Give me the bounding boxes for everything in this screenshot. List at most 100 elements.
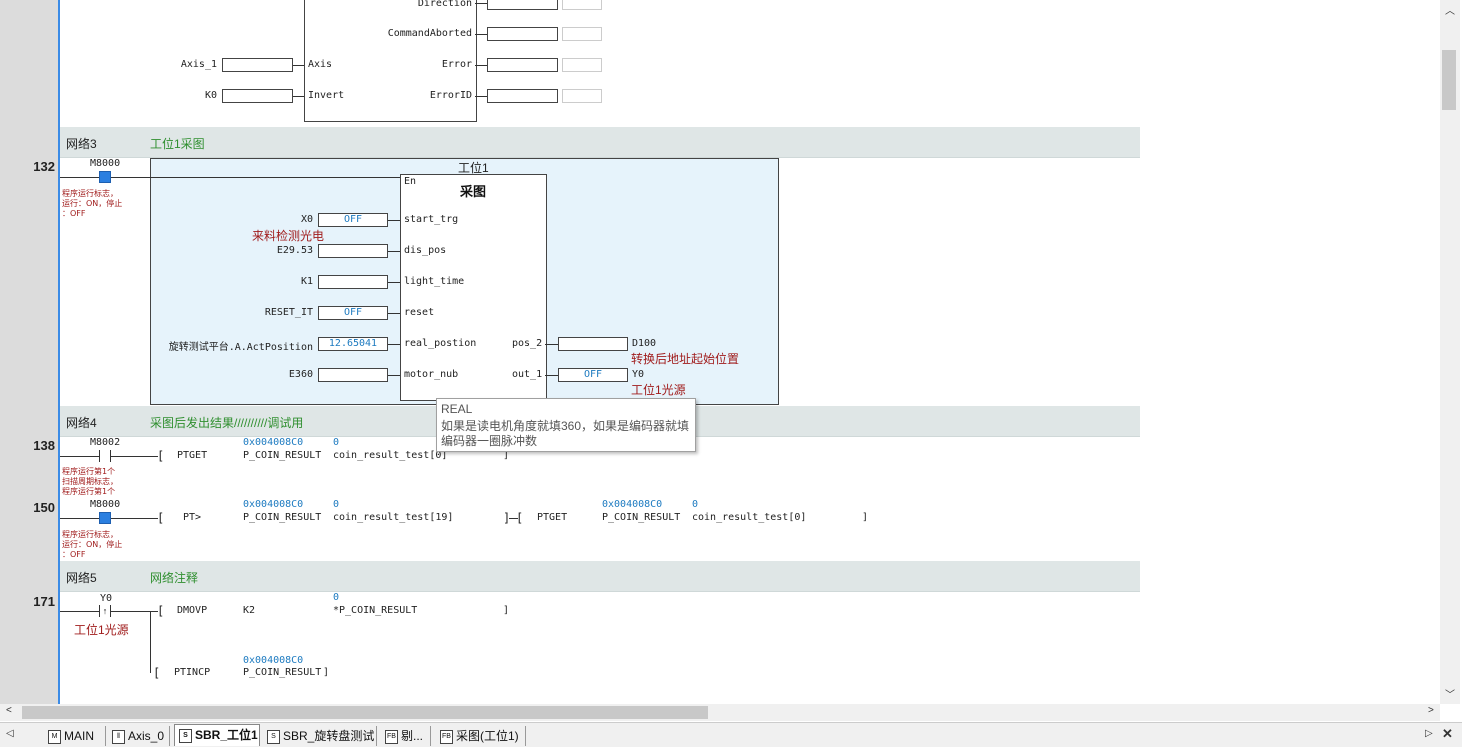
top-fb-pin-direction: Direction bbox=[417, 0, 472, 9]
tab-sbr-rotary-label: SBR_旋转盘测试 bbox=[283, 729, 375, 743]
top-fb-value-error bbox=[562, 58, 602, 72]
top-fb-output-error[interactable] bbox=[487, 58, 558, 72]
tab-bar: ◁ M MAIN ⫴ Axis_0 S SBR_工位1 S SBR_旋转盘测试 … bbox=[0, 722, 1462, 747]
contact-m8002-comment-1: 程序运行第1个 bbox=[62, 467, 116, 476]
fb-caitu[interactable] bbox=[400, 174, 547, 401]
network-5-comment: 网络注释 bbox=[150, 571, 199, 585]
instr-dmovp[interactable]: DMOVP bbox=[177, 605, 207, 616]
scroll-down-icon[interactable]: ﹀ bbox=[1445, 686, 1455, 701]
tab-caitu-label: 采图(工位1) bbox=[456, 729, 519, 743]
tab-reject-icon: FB bbox=[385, 730, 398, 744]
op2-171: P_COIN_RESULT bbox=[243, 667, 322, 678]
top-fb-input-invert[interactable] bbox=[222, 89, 293, 103]
op2b-150: coin_result_test[0] bbox=[692, 512, 807, 523]
tab-scroll-right-icon[interactable]: ▷ bbox=[1425, 728, 1433, 739]
top-fb-output-direction[interactable] bbox=[487, 0, 558, 10]
bracket-close-150: ] bbox=[862, 512, 869, 523]
input-value-actposition[interactable]: 12.65041 bbox=[318, 337, 388, 351]
network-3-comment: 工位1采图 bbox=[150, 137, 205, 151]
top-fb-pin-errorid: ErrorID bbox=[429, 90, 472, 101]
vertical-scrollbar[interactable]: ︿ ﹀ bbox=[1440, 0, 1460, 704]
tab-axis-icon: ⫴ bbox=[112, 730, 125, 744]
tab-caitu-station1[interactable]: FB 采图(工位1) bbox=[436, 726, 526, 746]
contact-m8002-comment-2: 扫描周期标志， bbox=[62, 477, 118, 486]
contact-m8000-comment-3: ：OFF bbox=[62, 209, 86, 218]
contact-y0-comment: 工位1光源 bbox=[74, 623, 129, 637]
output-comment-y0: 工位1光源 bbox=[631, 383, 686, 397]
close-tab-icon[interactable]: ✕ bbox=[1442, 726, 1453, 742]
contact-m8000-label: M8000 bbox=[90, 158, 121, 169]
pin-reset: reset bbox=[404, 307, 435, 318]
scroll-right-icon[interactable]: > bbox=[1428, 705, 1434, 716]
tab-axis-0[interactable]: ⫴ Axis_0 bbox=[108, 726, 170, 746]
tab-sbr-rotary-test[interactable]: S SBR_旋转盘测试 bbox=[263, 726, 377, 746]
input-value-e2953[interactable] bbox=[318, 244, 388, 258]
vertical-scroll-thumb[interactable] bbox=[1442, 50, 1456, 110]
top-fb-pin-invert: Invert bbox=[308, 90, 345, 101]
tooltip: REAL 如果是读电机角度就填360，如果是编码器就填 编码器一圈脉冲数 bbox=[436, 398, 696, 452]
pin-out-1: out_1 bbox=[512, 369, 543, 380]
row-number-132: 132 bbox=[33, 159, 55, 174]
tab-main[interactable]: M MAIN bbox=[44, 726, 106, 746]
tab-sbr-station1-icon: S bbox=[179, 729, 192, 743]
network-4-name: 网络4 bbox=[66, 416, 97, 430]
op1-171: K2 bbox=[243, 605, 256, 616]
contact-m8002-comment-3: 程序运行第1个 bbox=[62, 487, 116, 496]
row-number-171: 171 bbox=[33, 594, 55, 609]
top-fb-value-commandaborted bbox=[562, 27, 602, 41]
scroll-left-icon[interactable]: < bbox=[6, 705, 12, 716]
instr-ptget-138[interactable]: PTGET bbox=[177, 450, 207, 461]
contact-m8000b[interactable] bbox=[99, 512, 111, 524]
top-fb-pin-commandaborted: CommandAborted bbox=[387, 28, 472, 39]
top-fb-output-commandaborted[interactable] bbox=[487, 27, 558, 41]
instr-ptget-150[interactable]: PTGET bbox=[537, 512, 567, 523]
contact-m8000[interactable] bbox=[99, 171, 111, 183]
input-value-e360[interactable] bbox=[318, 368, 388, 382]
input-var-reset-it: RESET_IT bbox=[264, 307, 313, 318]
addr1-150: 0x004008C0 bbox=[243, 499, 304, 510]
tab-sbr-station1[interactable]: S SBR_工位1 bbox=[174, 724, 260, 746]
bracket-open-171: [ bbox=[157, 604, 165, 618]
output-value-d100[interactable] bbox=[558, 337, 628, 351]
horizontal-scrollbar[interactable]: < > bbox=[0, 704, 1440, 721]
pin-real-postion: real_postion bbox=[404, 338, 477, 349]
input-value-k1[interactable] bbox=[318, 275, 388, 289]
bracket-open-171b: [ bbox=[153, 666, 161, 680]
fb-title: 采图 bbox=[460, 184, 487, 199]
input-value-reset-it[interactable]: OFF bbox=[318, 306, 388, 320]
contact-m8000-comment-2: 运行：ON，停止 bbox=[62, 199, 123, 208]
tooltip-type: REAL bbox=[441, 402, 473, 416]
val-138: 0 bbox=[333, 437, 340, 448]
instr-ptincp[interactable]: PTINCP bbox=[174, 667, 210, 678]
op1b-171: *P_COIN_RESULT bbox=[333, 605, 418, 616]
contact-m8002[interactable] bbox=[99, 450, 111, 462]
tab-main-label: MAIN bbox=[64, 729, 94, 743]
tab-scroll-left-icon[interactable]: ◁ bbox=[6, 728, 14, 739]
network-3-header[interactable]: 网络3 工位1采图 bbox=[60, 127, 1140, 158]
scroll-up-icon[interactable]: ︿ bbox=[1445, 2, 1455, 17]
pin-light-time: light_time bbox=[404, 276, 465, 287]
val1-171: 0 bbox=[333, 592, 340, 603]
top-fb-output-errorid[interactable] bbox=[487, 89, 558, 103]
addr2-150: 0x004008C0 bbox=[602, 499, 663, 510]
horizontal-scroll-thumb[interactable] bbox=[22, 706, 708, 719]
contact-m8000-comment-1: 程序运行标志， bbox=[62, 189, 118, 198]
contact-m8000b-comment-3: ：OFF bbox=[62, 550, 86, 559]
output-value-y0[interactable]: OFF bbox=[558, 368, 628, 382]
row-number-138: 138 bbox=[33, 438, 55, 453]
instr-pt-gt-150[interactable]: PT> bbox=[183, 512, 201, 523]
op1-138: P_COIN_RESULT bbox=[243, 450, 322, 461]
addr2-171: 0x004008C0 bbox=[243, 655, 304, 666]
addr-138: 0x004008C0 bbox=[243, 437, 304, 448]
input-value-x0[interactable]: OFF bbox=[318, 213, 388, 227]
tab-reject[interactable]: FB 剔... bbox=[381, 726, 431, 746]
top-fb-input-invert-var: K0 bbox=[204, 90, 217, 101]
op2-138: coin_result_test[0] bbox=[333, 450, 448, 461]
op2-150: P_COIN_RESULT bbox=[602, 512, 681, 523]
top-fb-input-axis[interactable] bbox=[222, 58, 293, 72]
contact-y0-rising[interactable]: ↑ bbox=[99, 605, 111, 617]
input-comment-x0: 来料检测光电 bbox=[252, 229, 325, 243]
input-var-x0: X0 bbox=[300, 214, 313, 225]
pin-motor-nub: motor_nub bbox=[404, 369, 459, 380]
network-5-header[interactable]: 网络5 网络注释 bbox=[60, 561, 1140, 592]
